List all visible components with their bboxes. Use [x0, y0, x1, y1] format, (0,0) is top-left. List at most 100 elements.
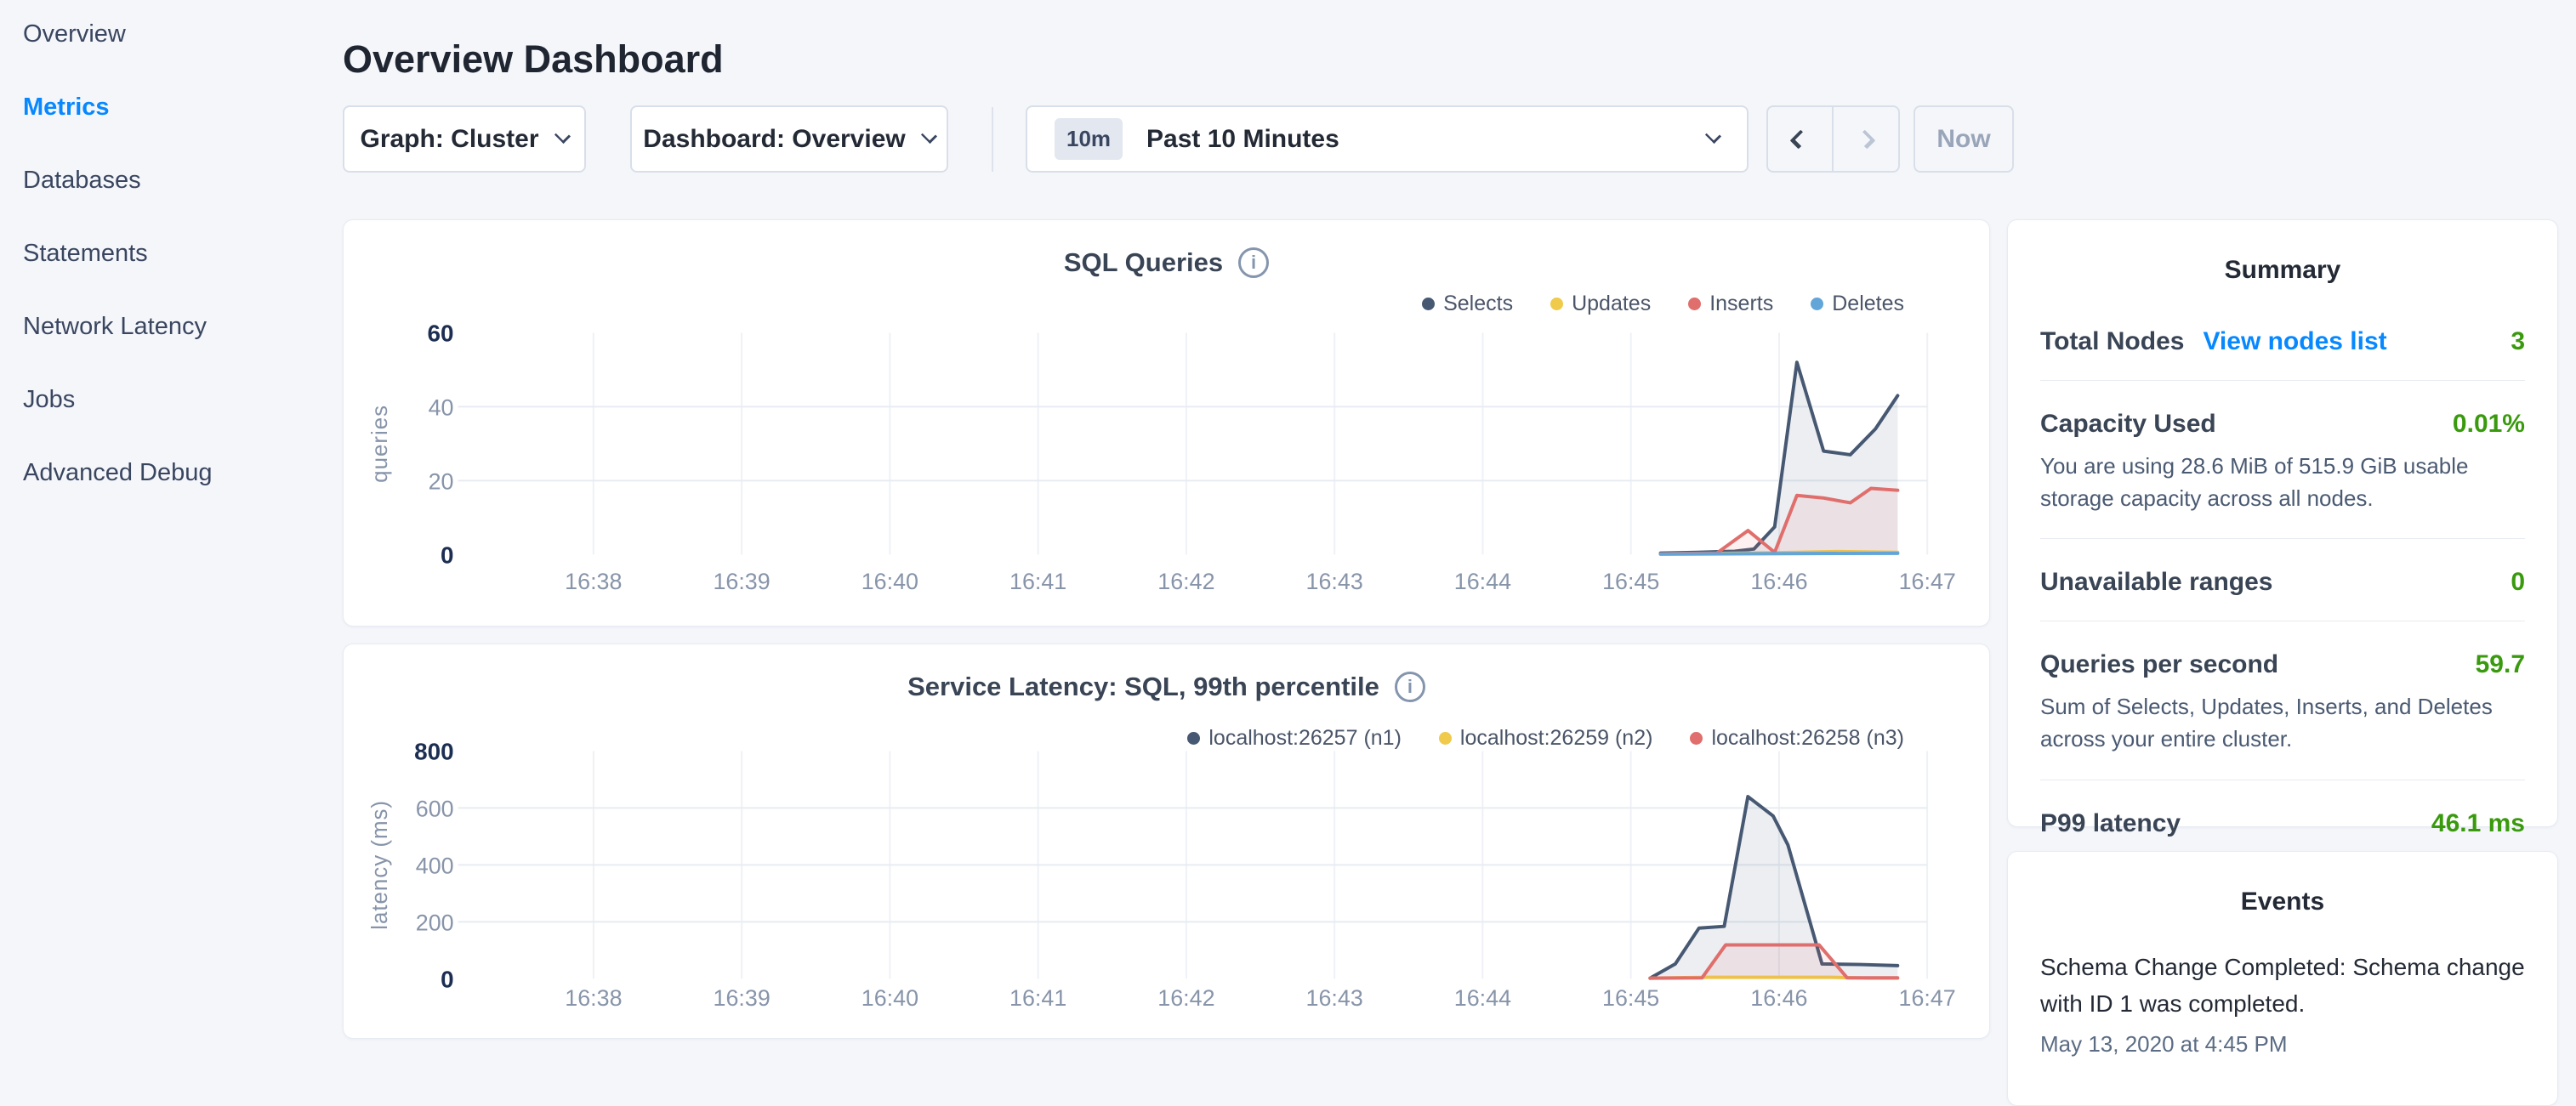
- time-range-badge: 10m: [1055, 118, 1123, 160]
- legend-label: localhost:26257 (n1): [1208, 726, 1402, 751]
- sidebar-item-overview[interactable]: Overview: [23, 20, 340, 48]
- legend-item: Inserts: [1688, 292, 1773, 316]
- qps-description: Sum of Selects, Updates, Inserts, and De…: [2040, 691, 2525, 755]
- legend-item: Updates: [1550, 292, 1651, 316]
- sidebar-item-advanced-debug[interactable]: Advanced Debug: [23, 459, 340, 487]
- time-back-button[interactable]: [1768, 107, 1834, 171]
- service-latency-chart-plot[interactable]: 16:3816:3916:4016:4116:4216:4316:4416:45…: [344, 644, 1989, 1038]
- svg-text:16:40: 16:40: [862, 985, 918, 1011]
- legend-dot-icon: [1690, 732, 1703, 745]
- legend-dot-icon: [1187, 732, 1200, 745]
- svg-text:16:45: 16:45: [1602, 985, 1659, 1011]
- svg-text:16:39: 16:39: [713, 569, 770, 594]
- sidebar-item-jobs[interactable]: Jobs: [23, 386, 340, 414]
- sidebar-item-databases[interactable]: Databases: [23, 167, 340, 195]
- legend-dot-icon: [1811, 298, 1823, 310]
- svg-text:latency (ms): latency (ms): [368, 800, 392, 930]
- capacity-used-value: 0.01%: [2453, 410, 2525, 439]
- legend-item: Selects: [1422, 292, 1513, 316]
- svg-text:400: 400: [416, 853, 454, 878]
- svg-text:40: 40: [429, 394, 454, 420]
- capacity-used-label: Capacity Used: [2040, 410, 2216, 439]
- svg-text:16:39: 16:39: [714, 985, 771, 1011]
- svg-text:16:41: 16:41: [1009, 985, 1066, 1011]
- svg-text:16:46: 16:46: [1750, 985, 1807, 1011]
- qps-value: 59.7: [2476, 650, 2525, 679]
- svg-text:16:47: 16:47: [1899, 985, 1956, 1011]
- summary-title: Summary: [2008, 256, 2557, 285]
- view-nodes-list-link[interactable]: View nodes list: [2203, 327, 2386, 356]
- chevron-left-icon: [1790, 129, 1810, 149]
- chevron-down-icon: [921, 128, 937, 144]
- svg-text:16:44: 16:44: [1454, 985, 1511, 1011]
- dashboard-dropdown-label: Dashboard: Overview: [643, 125, 905, 154]
- qps-label: Queries per second: [2040, 650, 2278, 679]
- legend-label: Selects: [1443, 292, 1513, 316]
- legend-dot-icon: [1550, 298, 1563, 310]
- chart-legend: Selects Updates Inserts Deletes: [1422, 292, 1904, 316]
- chart-title: SQL Queries: [1064, 247, 1223, 278]
- legend-dot-icon: [1439, 732, 1452, 745]
- events-title: Events: [2008, 888, 2557, 916]
- now-button[interactable]: Now: [1914, 105, 2014, 173]
- sql-queries-chart-plot[interactable]: 16:3816:3916:4016:4116:4216:4316:4416:45…: [344, 220, 1989, 626]
- svg-text:16:43: 16:43: [1306, 985, 1363, 1011]
- total-nodes-label: Total Nodes: [2040, 327, 2184, 356]
- event-message: Schema Change Completed: Schema change w…: [2040, 949, 2525, 1023]
- legend-label: Deletes: [1832, 292, 1904, 316]
- svg-text:60: 60: [427, 320, 453, 346]
- legend-item: localhost:26257 (n1): [1187, 726, 1402, 751]
- legend-item: localhost:26258 (n3): [1690, 726, 1904, 751]
- p99-latency-value: 46.1 ms: [2431, 809, 2525, 838]
- chevron-down-icon: [554, 128, 570, 144]
- events-panel: Events Schema Change Completed: Schema c…: [2007, 851, 2558, 1106]
- sql-queries-chart-card: SQL Queries i Selects Updates Inserts Delet…: [343, 219, 1990, 627]
- summary-row-total-nodes: Total Nodes View nodes list 3: [2040, 298, 2525, 381]
- chevron-down-icon: [1705, 128, 1721, 144]
- legend-label: localhost:26259 (n2): [1460, 726, 1653, 751]
- info-icon[interactable]: i: [1238, 247, 1269, 278]
- summary-row-qps: Queries per second 59.7 Sum of Selects, …: [2040, 621, 2525, 780]
- time-range-dropdown[interactable]: 10m Past 10 Minutes: [1026, 105, 1749, 173]
- time-range-label: Past 10 Minutes: [1146, 125, 1339, 154]
- info-icon[interactable]: i: [1395, 672, 1425, 702]
- svg-text:16:40: 16:40: [862, 569, 918, 594]
- chart-legend: localhost:26257 (n1) localhost:26259 (n2)…: [1187, 726, 1904, 751]
- chevron-right-icon: [1856, 129, 1875, 149]
- svg-text:16:43: 16:43: [1306, 569, 1363, 594]
- p99-latency-label: P99 latency: [2040, 809, 2181, 838]
- time-forward-button[interactable]: [1834, 107, 1899, 171]
- legend-label: Updates: [1572, 292, 1651, 316]
- svg-text:16:47: 16:47: [1899, 569, 1956, 594]
- summary-row-capacity: Capacity Used 0.01% You are using 28.6 M…: [2040, 381, 2525, 539]
- summary-panel: Summary Total Nodes View nodes list 3 Ca…: [2007, 219, 2558, 827]
- svg-text:16:45: 16:45: [1602, 569, 1659, 594]
- svg-text:600: 600: [416, 796, 454, 821]
- svg-text:16:44: 16:44: [1454, 569, 1511, 594]
- sidebar-item-statements[interactable]: Statements: [23, 240, 340, 268]
- time-step-buttons: [1766, 105, 1900, 173]
- svg-text:0: 0: [441, 542, 454, 568]
- svg-text:16:42: 16:42: [1157, 569, 1214, 594]
- svg-text:16:46: 16:46: [1750, 569, 1807, 594]
- sidebar-item-metrics[interactable]: Metrics: [23, 94, 340, 122]
- legend-label: localhost:26258 (n3): [1711, 726, 1904, 751]
- svg-text:16:38: 16:38: [565, 985, 622, 1011]
- graph-dropdown[interactable]: Graph: Cluster: [343, 105, 586, 173]
- dashboard-dropdown[interactable]: Dashboard: Overview: [630, 105, 948, 173]
- legend-item: Deletes: [1811, 292, 1904, 316]
- service-latency-chart-card: Service Latency: SQL, 99th percentile i …: [343, 644, 1990, 1039]
- legend-item: localhost:26259 (n2): [1439, 726, 1653, 751]
- summary-row-unavailable-ranges: Unavailable ranges 0: [2040, 539, 2525, 621]
- graph-dropdown-label: Graph: Cluster: [360, 125, 538, 154]
- capacity-used-description: You are using 28.6 MiB of 515.9 GiB usab…: [2040, 451, 2525, 514]
- summary-row-p99: P99 latency 46.1 ms: [2040, 780, 2525, 862]
- sidebar-item-network-latency[interactable]: Network Latency: [23, 313, 340, 341]
- svg-text:16:41: 16:41: [1009, 569, 1066, 594]
- event-timestamp: May 13, 2020 at 4:45 PM: [2040, 1031, 2525, 1058]
- svg-text:queries: queries: [368, 405, 392, 483]
- legend-label: Inserts: [1709, 292, 1773, 316]
- total-nodes-value: 3: [2511, 327, 2525, 356]
- unavailable-ranges-value: 0: [2511, 568, 2525, 597]
- legend-dot-icon: [1688, 298, 1701, 310]
